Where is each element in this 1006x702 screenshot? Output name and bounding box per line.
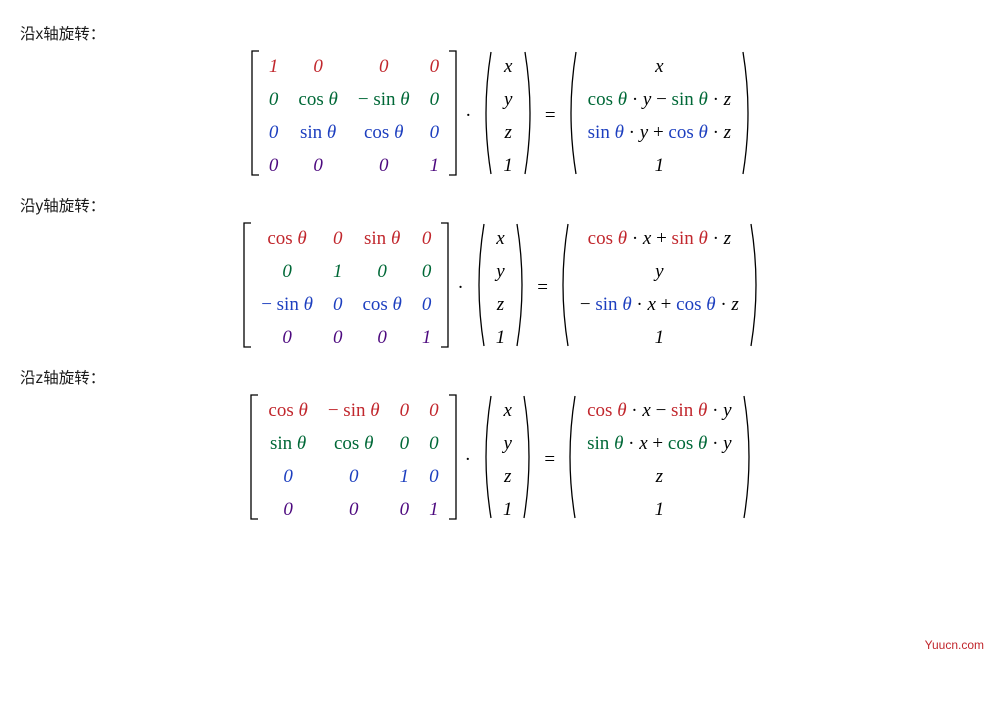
result-vector: cos θ · x + sin θ · zy− sin θ · x + cos … — [570, 222, 749, 354]
heading-y-rotation: 沿y轴旋转： — [20, 194, 986, 216]
watermark-text: Yuucn.com — [925, 638, 984, 652]
rotation-matrix: 10000cos θ− sin θ00sin θcos θ00001 — [259, 50, 449, 182]
equation-y-rotation: cos θ0sin θ00100− sin θ0cos θ00001·xyz1=… — [20, 222, 986, 354]
equation-x-rotation: 10000cos θ− sin θ00sin θcos θ00001·xyz1=… — [20, 50, 986, 182]
heading-z-rotation: 沿z轴旋转： — [20, 366, 986, 388]
rotation-matrix: cos θ− sin θ00sin θcos θ0000100001 — [258, 394, 448, 526]
heading-x-rotation: 沿x轴旋转： — [20, 22, 986, 44]
result-vector: xyz1 — [486, 222, 516, 354]
document-page: 沿x轴旋转： 10000cos θ− sin θ00sin θcos θ0000… — [0, 0, 1006, 702]
result-vector: xyz1 — [493, 50, 523, 182]
result-vector: cos θ · x − sin θ · ysin θ · x + cos θ ·… — [577, 394, 741, 526]
equation-z-rotation: cos θ− sin θ00sin θcos θ0000100001·xyz1=… — [20, 394, 986, 526]
result-vector: xyz1 — [493, 394, 523, 526]
rotation-matrix: cos θ0sin θ00100− sin θ0cos θ00001 — [251, 222, 441, 354]
result-vector: xcos θ · y − sin θ · zsin θ · y + cos θ … — [578, 50, 741, 182]
